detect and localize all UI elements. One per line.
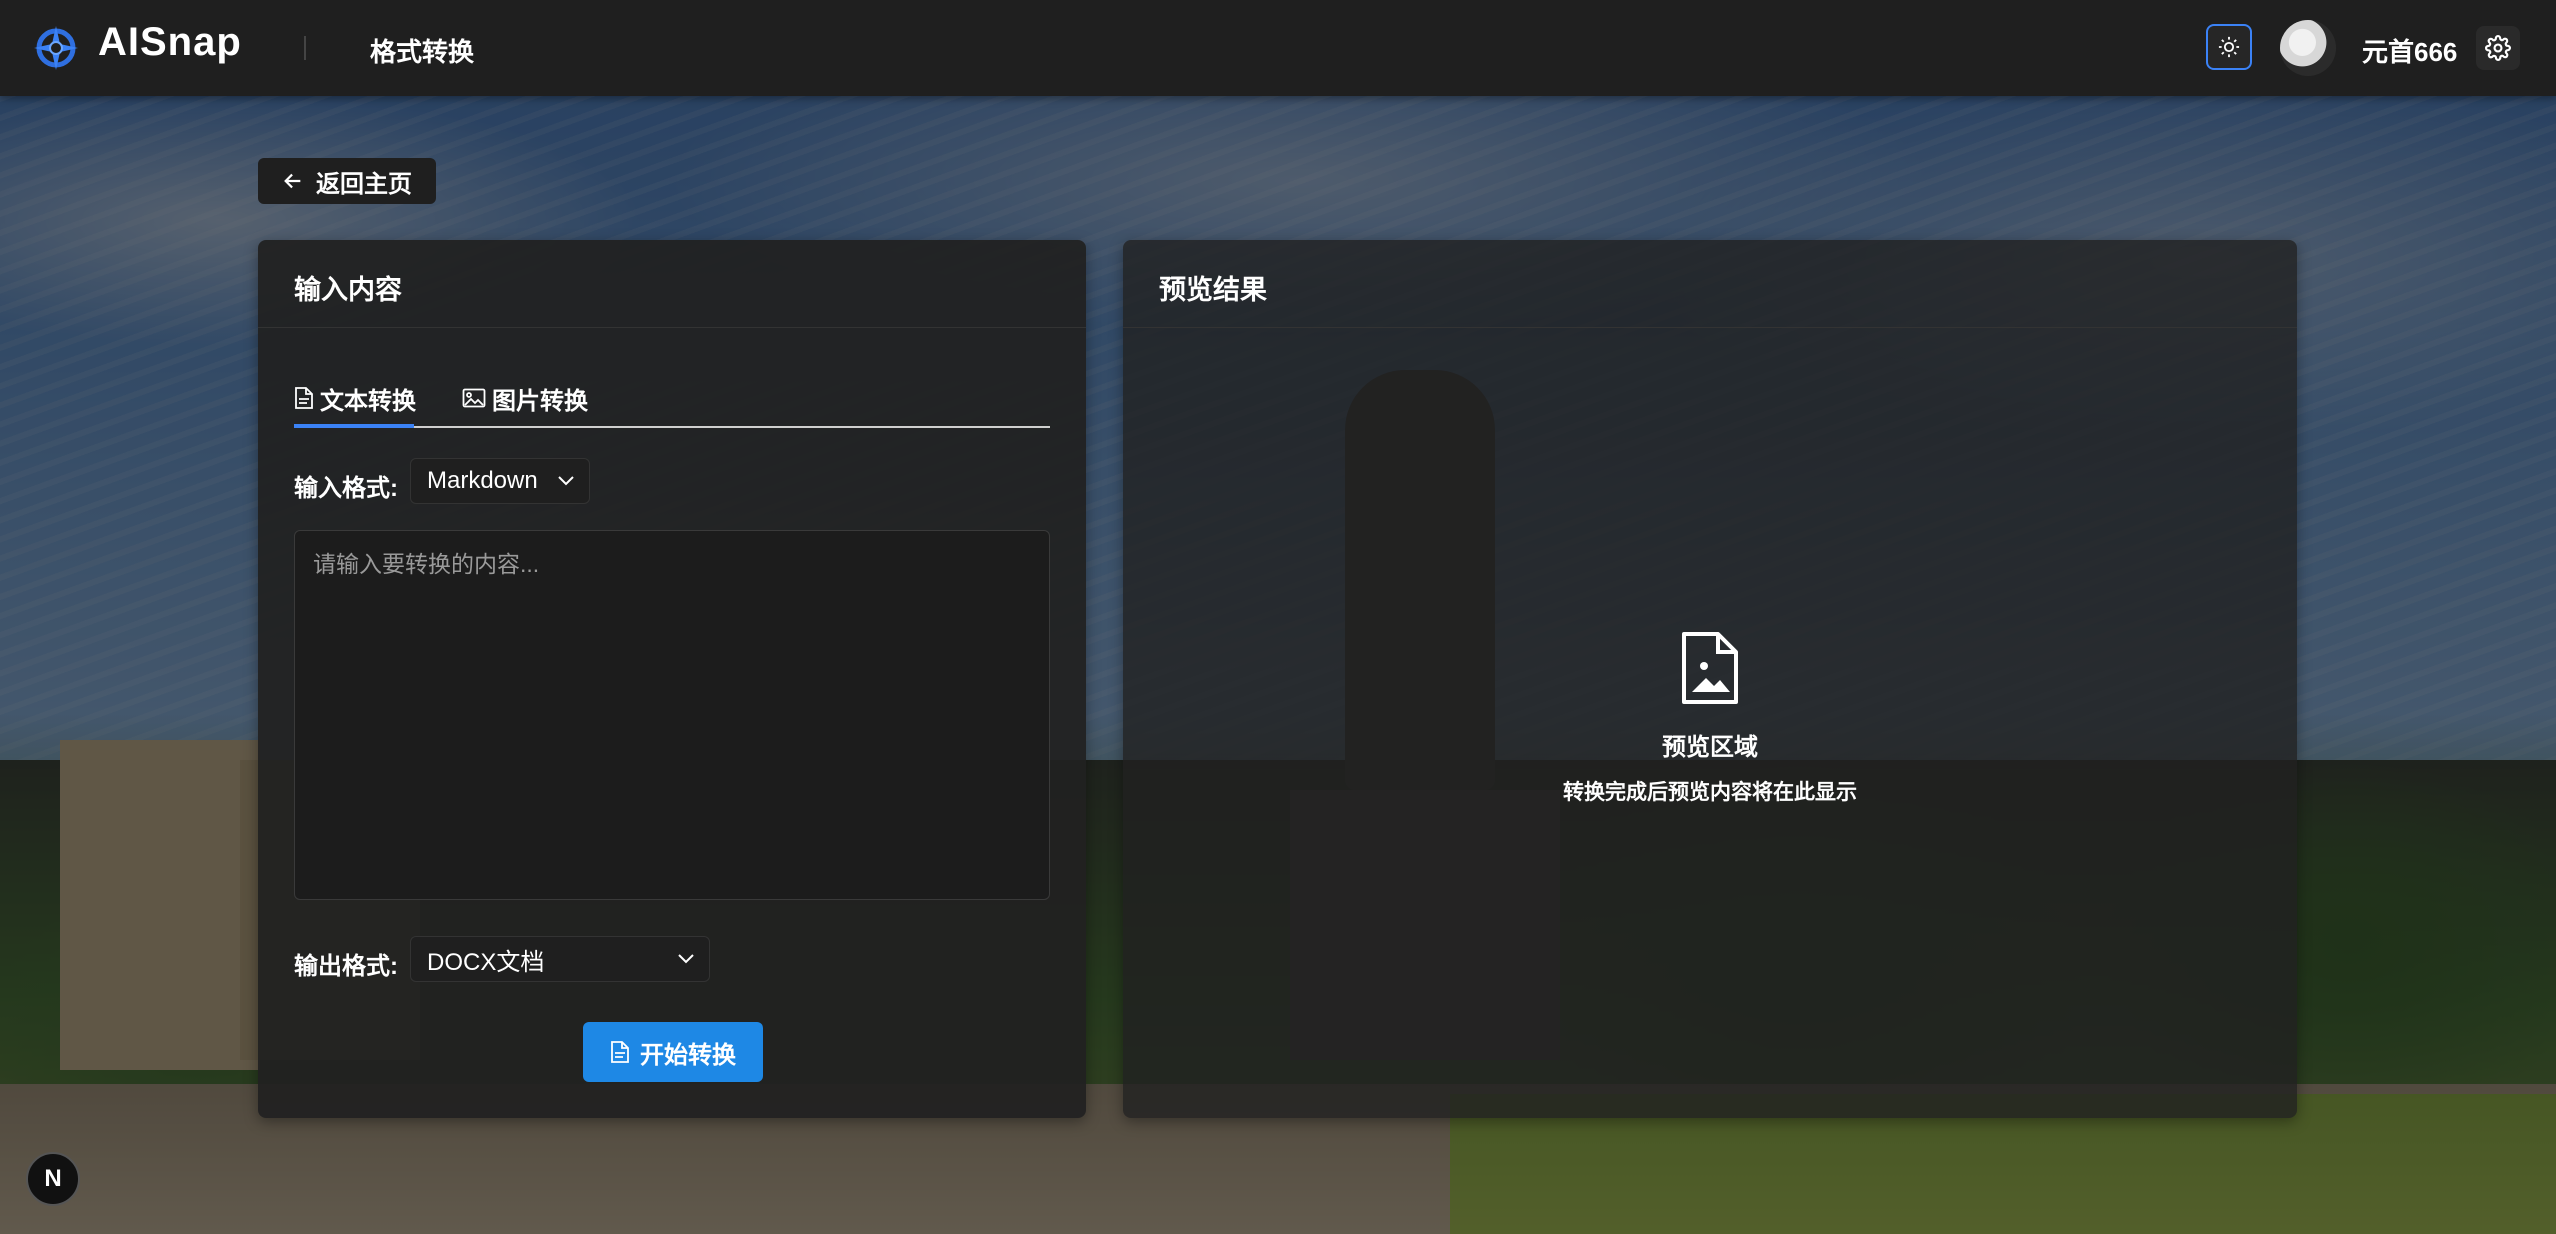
- chevron-down-icon: [678, 954, 694, 964]
- start-convert-label: 开始转换: [640, 1041, 736, 1069]
- avatar[interactable]: [2280, 20, 2336, 76]
- tab-text-label: 文本转换: [320, 387, 416, 415]
- settings-button[interactable]: [2476, 26, 2520, 70]
- preview-panel-title: 预览结果: [1159, 275, 1267, 305]
- output-format-value: DOCX文档: [427, 948, 545, 976]
- input-format-value: Markdown: [427, 467, 538, 494]
- theme-toggle-button[interactable]: [2206, 24, 2252, 70]
- corner-badge[interactable]: N: [26, 1152, 80, 1206]
- arrow-left-icon: [284, 173, 301, 189]
- input-panel-header: 输入内容: [258, 240, 1086, 328]
- preview-panel-header: 预览结果: [1123, 240, 2297, 328]
- gear-icon: [2485, 35, 2511, 61]
- sun-icon: [2218, 36, 2240, 58]
- image-icon: [462, 388, 486, 408]
- input-format-label: 输入格式:: [294, 475, 398, 502]
- tab-text-conversion[interactable]: 文本转换: [294, 370, 416, 426]
- document-icon: [611, 1041, 629, 1063]
- chevron-down-icon: [558, 476, 574, 486]
- conversion-tabs: 文本转换 图片转换: [294, 370, 1050, 428]
- top-header: AISnap 格式转换 元首666: [0, 0, 2556, 96]
- page-title: 格式转换: [370, 37, 475, 67]
- logo-icon[interactable]: [32, 24, 80, 72]
- input-panel: 输入内容 文本转换 图片转换 输入格式: Markdown 输出格式: DOCX…: [258, 240, 1086, 1118]
- back-home-button[interactable]: 返回主页: [258, 158, 436, 204]
- username[interactable]: 元首666: [2362, 32, 2457, 69]
- back-home-label: 返回主页: [316, 170, 412, 198]
- output-format-select[interactable]: DOCX文档: [410, 936, 710, 982]
- tab-image-conversion[interactable]: 图片转换: [462, 370, 588, 426]
- header-divider: [304, 36, 306, 60]
- document-icon: [295, 387, 313, 409]
- app-title[interactable]: AISnap: [98, 20, 242, 65]
- preview-panel: 预览结果 预览区域 转换完成后预览内容将在此显示: [1123, 240, 2297, 1118]
- file-image-icon: [1682, 632, 1738, 704]
- content-input[interactable]: [294, 530, 1050, 900]
- start-convert-button[interactable]: 开始转换: [583, 1022, 763, 1082]
- preview-empty-subtitle: 转换完成后预览内容将在此显示: [1563, 781, 1857, 804]
- output-format-label: 输出格式:: [294, 953, 398, 980]
- preview-empty-state: 预览区域 转换完成后预览内容将在此显示: [1123, 630, 2297, 806]
- tab-image-label: 图片转换: [492, 387, 588, 415]
- preview-empty-title: 预览区域: [1662, 734, 1758, 761]
- input-panel-title: 输入内容: [294, 275, 402, 305]
- input-format-select[interactable]: Markdown: [410, 458, 590, 504]
- active-tab-indicator: [294, 424, 414, 428]
